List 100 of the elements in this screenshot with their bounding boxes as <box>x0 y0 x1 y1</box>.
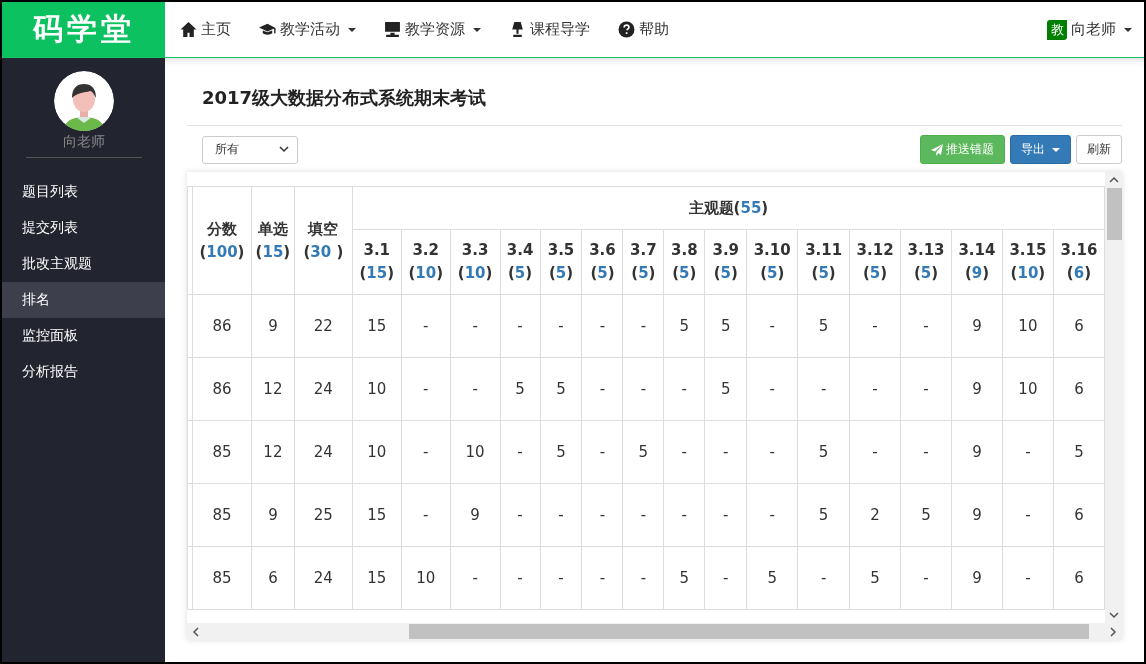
table-cell: 15 <box>352 483 402 547</box>
column-header: 3.2 (10) <box>401 229 451 295</box>
table-cell: - <box>1002 483 1054 547</box>
table-cell: 85 <box>192 546 252 610</box>
page-title: 2017级大数据分布式系统期末考试 <box>187 58 1122 126</box>
column-header: 3.5 (5) <box>540 229 582 295</box>
caret-icon <box>1124 27 1132 32</box>
table-cell: - <box>900 420 952 484</box>
table-cell: - <box>1002 420 1054 484</box>
home-icon <box>180 21 197 38</box>
export-button[interactable]: 导出 <box>1010 135 1071 164</box>
table-cell: 6 <box>1053 546 1105 610</box>
table-cell: 5 <box>1053 420 1105 484</box>
chevron-down-icon <box>279 146 289 153</box>
table-cell: - <box>746 357 798 421</box>
caret-icon <box>348 27 356 32</box>
table-cell: - <box>500 420 541 484</box>
table-cell: - <box>401 483 451 547</box>
sidebar-item[interactable]: 监控面板 <box>2 318 165 354</box>
table-cell: 5 <box>746 546 798 610</box>
table-cell: 10 <box>352 420 402 484</box>
table-cell: 5 <box>849 546 901 610</box>
table-cell: - <box>663 420 705 484</box>
refresh-button[interactable]: 刷新 <box>1076 135 1122 164</box>
table-cell: 9 <box>951 357 1003 421</box>
table-cell: 5 <box>663 546 705 610</box>
table-cell: 9 <box>251 483 295 547</box>
table-cell: - <box>704 546 747 610</box>
column-header: 3.11 (5) <box>797 229 850 295</box>
paper-plane-icon <box>931 143 943 156</box>
table-cell: - <box>582 483 623 547</box>
table-cell: 15 <box>352 546 402 610</box>
table-cell: - <box>450 294 501 358</box>
scrollbar-thumb[interactable] <box>409 624 1089 639</box>
table-cell: - <box>849 357 901 421</box>
table-cell: 85 <box>192 420 252 484</box>
table-cell: 86 <box>192 294 252 358</box>
table-cell: 24 <box>294 546 353 610</box>
table-cell: - <box>849 294 901 358</box>
help-icon <box>618 21 635 38</box>
sidebar-item[interactable]: 批改主观题 <box>2 246 165 282</box>
table-cell: - <box>401 420 451 484</box>
table-cell: - <box>746 483 798 547</box>
sidebar-item[interactable]: 排名 <box>2 282 165 318</box>
column-header: 3.9 (5) <box>704 229 747 295</box>
table-cell: 85 <box>192 483 252 547</box>
table-cell: 9 <box>951 483 1003 547</box>
caret-icon <box>1052 147 1060 152</box>
table-cell: 22 <box>294 294 353 358</box>
scroll-up-icon[interactable] <box>1109 175 1119 185</box>
table-cell: - <box>1002 546 1054 610</box>
nav-item[interactable]: 帮助 <box>618 20 669 39</box>
scrollbar-thumb[interactable] <box>1107 188 1122 240</box>
horizontal-scrollbar[interactable] <box>187 623 1122 640</box>
table-cell: 10 <box>352 357 402 421</box>
table-cell: 9 <box>951 420 1003 484</box>
nav-item[interactable]: 主页 <box>180 20 231 39</box>
table-cell: - <box>900 357 952 421</box>
table-cell: 5 <box>663 294 705 358</box>
table-cell: 5 <box>704 294 747 358</box>
column-header: 3.10 (5) <box>746 229 798 295</box>
user-menu[interactable]: 向老师 <box>1071 20 1116 39</box>
sidebar-item[interactable]: 题目列表 <box>2 174 165 210</box>
table-cell: - <box>900 294 952 358</box>
table-cell: 10 <box>450 420 501 484</box>
avatar-icon <box>53 71 114 131</box>
table-cell: - <box>746 294 798 358</box>
table-cell: 6 <box>251 546 295 610</box>
table-cell: 5 <box>900 483 952 547</box>
nav-item[interactable]: 教学资源 <box>384 20 481 39</box>
table-cell: - <box>622 294 664 358</box>
table-cell: - <box>582 357 623 421</box>
column-header: 单选 (15) <box>251 186 295 295</box>
sidebar-item[interactable]: 提交列表 <box>2 210 165 246</box>
table-cell: - <box>746 420 798 484</box>
filter-dropdown[interactable]: 所有 <box>202 135 298 164</box>
vertical-scrollbar[interactable] <box>1105 172 1122 623</box>
scroll-right-icon[interactable] <box>1108 627 1118 637</box>
nav-item[interactable]: 课程导学 <box>509 20 590 39</box>
column-header: 3.16 (6) <box>1053 229 1105 295</box>
nav-item[interactable]: 教学活动 <box>259 20 356 39</box>
table-cell: - <box>540 294 582 358</box>
sidebar-item[interactable]: 分析报告 <box>2 354 165 390</box>
table-cell: 5 <box>540 420 582 484</box>
table-cell: - <box>797 546 850 610</box>
scroll-left-icon[interactable] <box>191 627 201 637</box>
table-cell: - <box>900 546 952 610</box>
scroll-down-icon[interactable] <box>1109 610 1119 620</box>
column-header: 3.8 (5) <box>663 229 705 295</box>
table-cell: - <box>663 357 705 421</box>
table-cell: - <box>540 483 582 547</box>
table-cell: 9 <box>951 546 1003 610</box>
column-header: 3.6 (5) <box>582 229 623 295</box>
table-cell: 6 <box>1053 294 1105 358</box>
table-cell: - <box>450 546 501 610</box>
column-header: 3.15 (10) <box>1002 229 1054 295</box>
table-cell: - <box>622 546 664 610</box>
table-cell: 24 <box>294 357 353 421</box>
table-cell: - <box>704 420 747 484</box>
table-cell: - <box>797 357 850 421</box>
